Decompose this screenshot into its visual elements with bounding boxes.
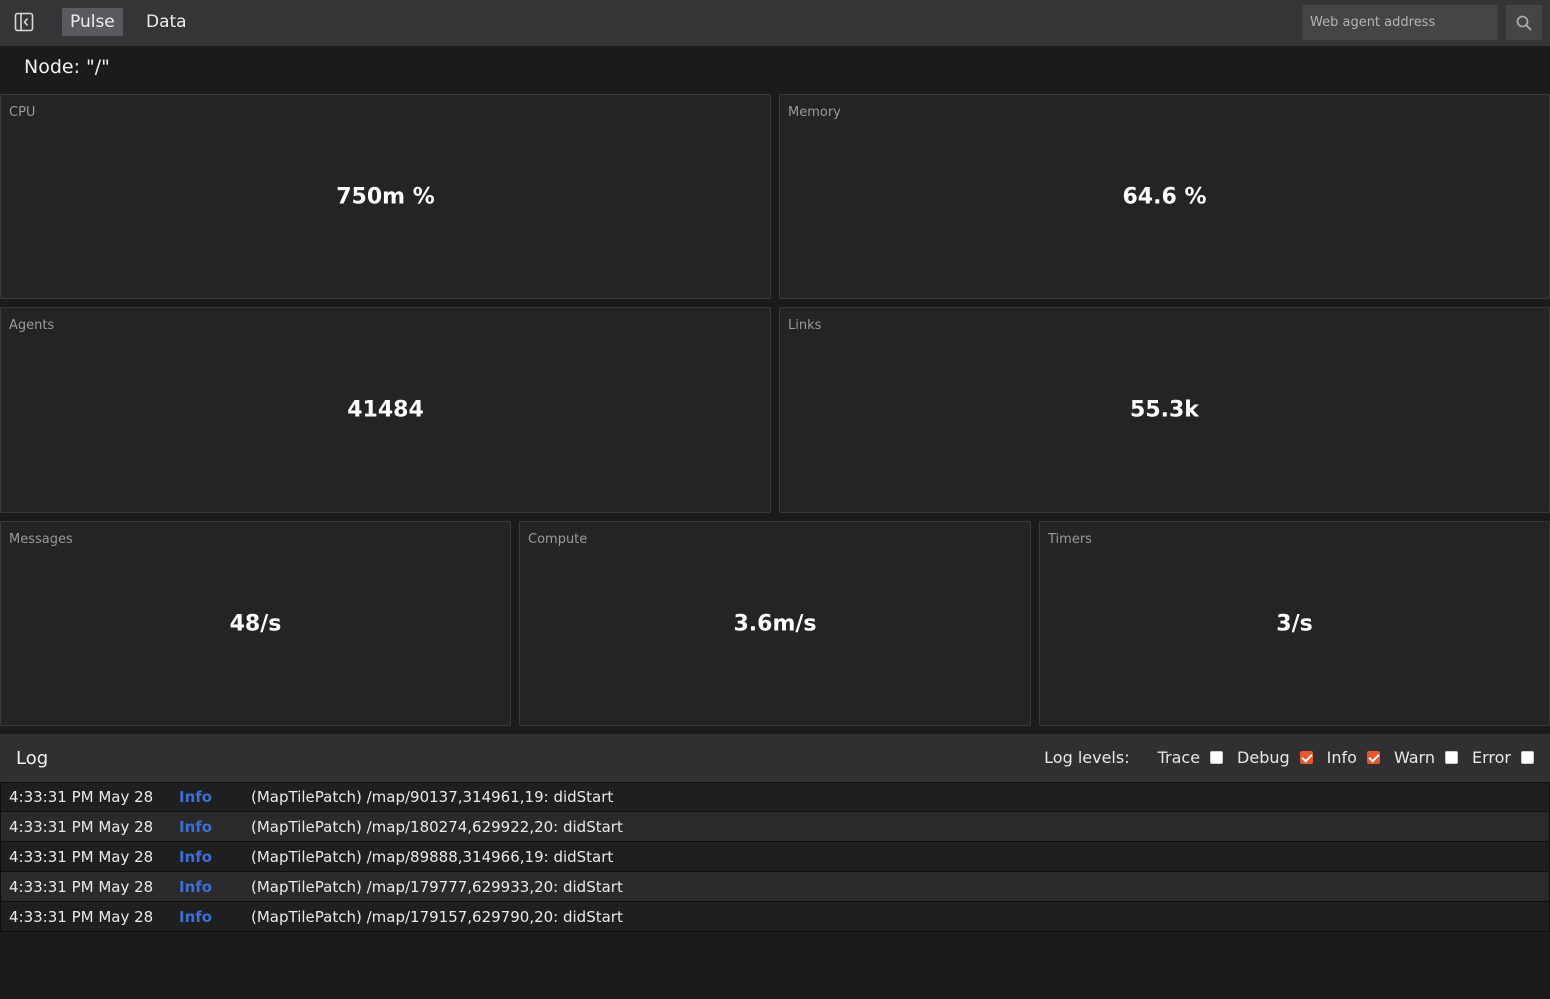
table-row: 4:33:31 PM May 28 Info (MapTilePatch) /m…: [0, 902, 1550, 932]
messages-value: 48/s: [229, 611, 282, 636]
messages-label: Messages: [9, 532, 73, 547]
log-message: (MapTilePatch) /map/89888,314966,19: did…: [251, 847, 614, 866]
table-row: 4:33:31 PM May 28 Info (MapTilePatch) /m…: [0, 842, 1550, 872]
search-button[interactable]: [1506, 5, 1542, 40]
log-time: 4:33:31 PM May 28: [9, 847, 154, 866]
memory-value: 64.6 %: [1122, 184, 1207, 209]
tab-data[interactable]: Data: [138, 8, 195, 36]
compute-value: 3.6m/s: [733, 611, 817, 636]
table-row: 4:33:31 PM May 28 Info (MapTilePatch) /m…: [0, 782, 1550, 812]
log-message: (MapTilePatch) /map/90137,314961,19: did…: [251, 788, 614, 806]
log-levels: Log levels: Trace Debug Info Warn Error: [1044, 748, 1534, 767]
table-row: 4:33:31 PM May 28 Info (MapTilePatch) /m…: [0, 872, 1550, 902]
log-time: 4:33:31 PM May 28: [9, 817, 154, 836]
level-debug-label: Debug: [1237, 748, 1290, 767]
links-value: 55.3k: [1130, 397, 1199, 423]
agents-card: Agents 41484: [0, 307, 771, 513]
log-level: Info: [179, 907, 213, 926]
timers-card: Timers 3/s: [1039, 521, 1550, 726]
level-trace[interactable]: Trace: [1157, 748, 1224, 767]
links-label: Links: [788, 318, 822, 333]
level-trace-label: Trace: [1157, 748, 1201, 767]
log-table: 4:33:31 PM May 28 Info (MapTilePatch) /m…: [0, 782, 1550, 932]
level-error[interactable]: Error: [1472, 748, 1534, 767]
compute-card: Compute 3.6m/s: [519, 521, 1031, 726]
level-warn-checkbox[interactable]: [1445, 751, 1458, 764]
web-agent-address-input[interactable]: [1302, 5, 1498, 40]
log-level: Info: [179, 788, 213, 806]
log-level: Info: [179, 817, 213, 836]
log-title: Log: [16, 748, 49, 769]
level-warn-label: Warn: [1393, 748, 1435, 767]
log-level: Info: [179, 847, 213, 866]
tab-pulse[interactable]: Pulse: [62, 8, 123, 36]
log-levels-label: Log levels:: [1044, 748, 1130, 767]
timers-label: Timers: [1048, 532, 1092, 547]
level-trace-checkbox[interactable]: [1210, 751, 1224, 764]
compute-label: Compute: [528, 532, 588, 547]
memory-label: Memory: [788, 105, 841, 120]
timers-value: 3/s: [1276, 611, 1313, 636]
memory-card: Memory 64.6 %: [779, 94, 1550, 299]
sidebar-toggle-icon: [14, 12, 34, 32]
level-info[interactable]: Info: [1327, 748, 1380, 767]
log-level: Info: [179, 877, 213, 896]
log-time: 4:33:31 PM May 28: [9, 788, 154, 806]
log-message: (MapTilePatch) /map/180274,629922,20: di…: [251, 817, 623, 836]
node-title: Node: "/": [24, 56, 110, 78]
cpu-label: CPU: [9, 105, 36, 120]
level-error-checkbox[interactable]: [1521, 751, 1534, 764]
log-message: (MapTilePatch) /map/179157,629790,20: di…: [251, 907, 623, 926]
level-warn[interactable]: Warn: [1394, 748, 1458, 767]
level-debug[interactable]: Debug: [1237, 748, 1313, 767]
log-message: (MapTilePatch) /map/179777,629933,20: di…: [251, 877, 623, 896]
log-time: 4:33:31 PM May 28: [9, 907, 154, 926]
level-info-checkbox[interactable]: [1366, 751, 1380, 764]
top-bar: Pulse Data: [0, 0, 1550, 46]
agents-label: Agents: [9, 318, 55, 333]
level-debug-checkbox[interactable]: [1299, 751, 1313, 764]
level-info-label: Info: [1326, 748, 1357, 767]
table-row: 4:33:31 PM May 28 Info (MapTilePatch) /m…: [0, 812, 1550, 842]
links-card: Links 55.3k: [779, 307, 1550, 513]
level-error-label: Error: [1472, 748, 1511, 767]
messages-card: Messages 48/s: [0, 521, 511, 726]
log-time: 4:33:31 PM May 28: [9, 877, 154, 896]
search-icon: [1516, 15, 1532, 31]
sidebar-toggle-button[interactable]: [14, 12, 34, 32]
log-header: Log Log levels: Trace Debug Info Warn Er…: [0, 734, 1550, 782]
cpu-card: CPU 750m %: [0, 94, 771, 299]
cpu-value: 750m %: [336, 184, 435, 209]
agents-value: 41484: [347, 397, 424, 423]
